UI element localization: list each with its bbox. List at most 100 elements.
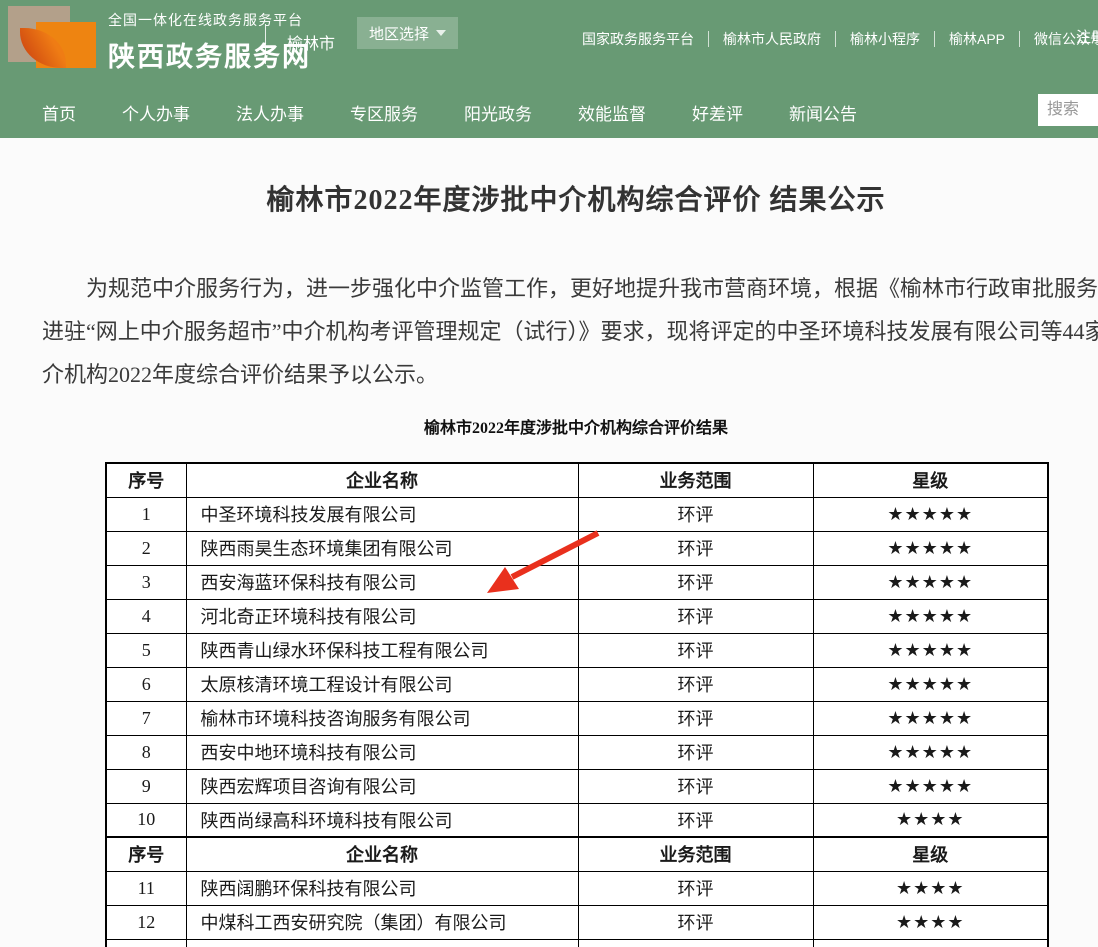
row-number-cell: 4 bbox=[106, 599, 186, 633]
register-link[interactable]: 注册 bbox=[1076, 26, 1098, 47]
top-link-0[interactable]: 国家政务服务平台 bbox=[568, 26, 708, 52]
star-rating-cell: ★★★★ bbox=[813, 871, 1048, 905]
star-rating-cell: ★★★★★ bbox=[813, 667, 1048, 701]
row-number-cell: 10 bbox=[106, 803, 186, 837]
business-scope-cell: 环评 bbox=[578, 599, 813, 633]
table-row: 10陕西尚绿高科环境科技有限公司环评★★★★ bbox=[106, 803, 1048, 837]
row-number-cell: 2 bbox=[106, 531, 186, 565]
row-number-cell: 11 bbox=[106, 871, 186, 905]
paragraph-line-2: 进驻“网上中介服务超市”中介机构考评管理规定（试行）》要求，现将评定的中圣环境科… bbox=[42, 310, 1098, 353]
column-header-1: 企业名称 bbox=[186, 463, 578, 497]
announcement-document: 榆林市2022年度涉批中介机构综合评价 结果公示 为规范中介服务行为，进一步强化… bbox=[0, 178, 1098, 947]
business-scope-cell: 环评 bbox=[578, 939, 813, 947]
star-rating-cell: ★★★★★ bbox=[813, 769, 1048, 803]
table-row: 8西安中地环境科技有限公司环评★★★★★ bbox=[106, 735, 1048, 769]
company-name-cell: 渭南华山环保科技发展有限责任公司 bbox=[186, 939, 578, 947]
column-header-1: 企业名称 bbox=[186, 837, 578, 871]
row-number-cell: 3 bbox=[106, 565, 186, 599]
table-row: 9陕西宏辉项目咨询有限公司环评★★★★★ bbox=[106, 769, 1048, 803]
column-header-0: 序号 bbox=[106, 463, 186, 497]
nav-item-6[interactable]: 好差评 bbox=[692, 100, 743, 125]
table-row: 3西安海蓝环保科技有限公司环评★★★★★ bbox=[106, 565, 1048, 599]
table-row: 11陕西阔鹏环保科技有限公司环评★★★★ bbox=[106, 871, 1048, 905]
column-header-3: 星级 bbox=[813, 837, 1048, 871]
nav-item-1[interactable]: 个人办事 bbox=[122, 100, 190, 125]
row-number-cell: 7 bbox=[106, 701, 186, 735]
table-row: 6太原核清环境工程设计有限公司环评★★★★★ bbox=[106, 667, 1048, 701]
row-number-cell: 9 bbox=[106, 769, 186, 803]
search-input[interactable] bbox=[1038, 94, 1098, 126]
table-row: 13渭南华山环保科技发展有限责任公司环评★★★★ bbox=[106, 939, 1048, 947]
nav-item-3[interactable]: 专区服务 bbox=[350, 100, 418, 125]
business-scope-cell: 环评 bbox=[578, 769, 813, 803]
region-selector-button[interactable]: 地区选择 bbox=[357, 17, 458, 49]
brand-block: 全国一体化在线政务服务平台 陕西政务服务网 bbox=[108, 10, 311, 74]
business-scope-cell: 环评 bbox=[578, 531, 813, 565]
top-link-3[interactable]: 榆林APP bbox=[935, 26, 1019, 52]
table-row: 5陕西青山绿水环保科技工程有限公司环评★★★★★ bbox=[106, 633, 1048, 667]
star-rating-cell: ★★★★★ bbox=[813, 701, 1048, 735]
table-row: 7榆林市环境科技咨询服务有限公司环评★★★★★ bbox=[106, 701, 1048, 735]
page-title: 榆林市2022年度涉批中介机构综合评价 结果公示 bbox=[0, 178, 1098, 218]
evaluation-table: 序号企业名称业务范围星级1中圣环境科技发展有限公司环评★★★★★2陕西雨昊生态环… bbox=[105, 462, 1049, 947]
region-selector-label: 地区选择 bbox=[369, 23, 429, 44]
paragraph-line-3: 介机构2022年度综合评价结果予以公示。 bbox=[42, 353, 1098, 396]
nav-item-4[interactable]: 阳光政务 bbox=[464, 100, 532, 125]
company-name-cell: 陕西宏辉项目咨询有限公司 bbox=[186, 769, 578, 803]
announcement-paragraph: 为规范中介服务行为，进一步强化中介监管工作，更好地提升我市营商环境，根据《榆林市… bbox=[42, 267, 1098, 396]
row-number-cell: 5 bbox=[106, 633, 186, 667]
current-city-label[interactable]: 榆林市 bbox=[287, 30, 335, 54]
business-scope-cell: 环评 bbox=[578, 667, 813, 701]
star-rating-cell: ★★★★ bbox=[813, 939, 1048, 947]
star-rating-cell: ★★★★★ bbox=[813, 735, 1048, 769]
nav-item-5[interactable]: 效能监督 bbox=[578, 100, 646, 125]
top-link-1[interactable]: 榆林市人民政府 bbox=[709, 26, 835, 52]
column-header-2: 业务范围 bbox=[578, 837, 813, 871]
star-rating-cell: ★★★★ bbox=[813, 905, 1048, 939]
star-rating-cell: ★★★★ bbox=[813, 803, 1048, 837]
business-scope-cell: 环评 bbox=[578, 905, 813, 939]
table-header-row: 序号企业名称业务范围星级 bbox=[106, 463, 1048, 497]
header-top-row: 全国一体化在线政务服务平台 陕西政务服务网 榆林市 地区选择 国家政务服务平台榆… bbox=[0, 0, 1098, 86]
company-name-cell: 陕西青山绿水环保科技工程有限公司 bbox=[186, 633, 578, 667]
top-link-2[interactable]: 榆林小程序 bbox=[836, 26, 934, 52]
row-number-cell: 1 bbox=[106, 497, 186, 531]
nav-item-7[interactable]: 新闻公告 bbox=[789, 100, 857, 125]
business-scope-cell: 环评 bbox=[578, 497, 813, 531]
site-header: 全国一体化在线政务服务平台 陕西政务服务网 榆林市 地区选择 国家政务服务平台榆… bbox=[0, 0, 1098, 138]
nav-item-0[interactable]: 首页 bbox=[42, 100, 76, 125]
row-number-cell: 13 bbox=[106, 939, 186, 947]
table-row: 1中圣环境科技发展有限公司环评★★★★★ bbox=[106, 497, 1048, 531]
business-scope-cell: 环评 bbox=[578, 701, 813, 735]
brand-divider bbox=[265, 24, 266, 64]
business-scope-cell: 环评 bbox=[578, 735, 813, 769]
company-name-cell: 西安中地环境科技有限公司 bbox=[186, 735, 578, 769]
nav-item-2[interactable]: 法人办事 bbox=[236, 100, 304, 125]
company-name-cell: 陕西尚绿高科环境科技有限公司 bbox=[186, 803, 578, 837]
table-row: 4河北奇正环境科技有限公司环评★★★★★ bbox=[106, 599, 1048, 633]
table-row: 12中煤科工西安研究院（集团）有限公司环评★★★★ bbox=[106, 905, 1048, 939]
company-name-cell: 河北奇正环境科技有限公司 bbox=[186, 599, 578, 633]
business-scope-cell: 环评 bbox=[578, 871, 813, 905]
star-rating-cell: ★★★★★ bbox=[813, 497, 1048, 531]
company-name-cell: 中圣环境科技发展有限公司 bbox=[186, 497, 578, 531]
column-header-2: 业务范围 bbox=[578, 463, 813, 497]
star-rating-cell: ★★★★★ bbox=[813, 633, 1048, 667]
table-header-row: 序号企业名称业务范围星级 bbox=[106, 837, 1048, 871]
business-scope-cell: 环评 bbox=[578, 565, 813, 599]
business-scope-cell: 环评 bbox=[578, 803, 813, 837]
row-number-cell: 8 bbox=[106, 735, 186, 769]
table-row: 2陕西雨昊生态环境集团有限公司环评★★★★★ bbox=[106, 531, 1048, 565]
top-links-nav: 国家政务服务平台榆林市人民政府榆林小程序榆林APP微信公众号 bbox=[568, 26, 1098, 52]
table-caption: 榆林市2022年度涉批中介机构综合评价结果 bbox=[0, 414, 1098, 438]
company-name-cell: 中煤科工西安研究院（集团）有限公司 bbox=[186, 905, 578, 939]
row-number-cell: 12 bbox=[106, 905, 186, 939]
main-nav: 首页 个人办事 法人办事 专区服务 阳光政务 效能监督 好差评 新闻公告 bbox=[0, 86, 1098, 138]
company-name-cell: 榆林市环境科技咨询服务有限公司 bbox=[186, 701, 578, 735]
paragraph-line-1: 为规范中介服务行为，进一步强化中介监管工作，更好地提升我市营商环境，根据《榆林市… bbox=[42, 267, 1098, 310]
search-box[interactable] bbox=[1038, 94, 1098, 126]
column-header-0: 序号 bbox=[106, 837, 186, 871]
star-rating-cell: ★★★★★ bbox=[813, 565, 1048, 599]
business-scope-cell: 环评 bbox=[578, 633, 813, 667]
star-rating-cell: ★★★★★ bbox=[813, 599, 1048, 633]
